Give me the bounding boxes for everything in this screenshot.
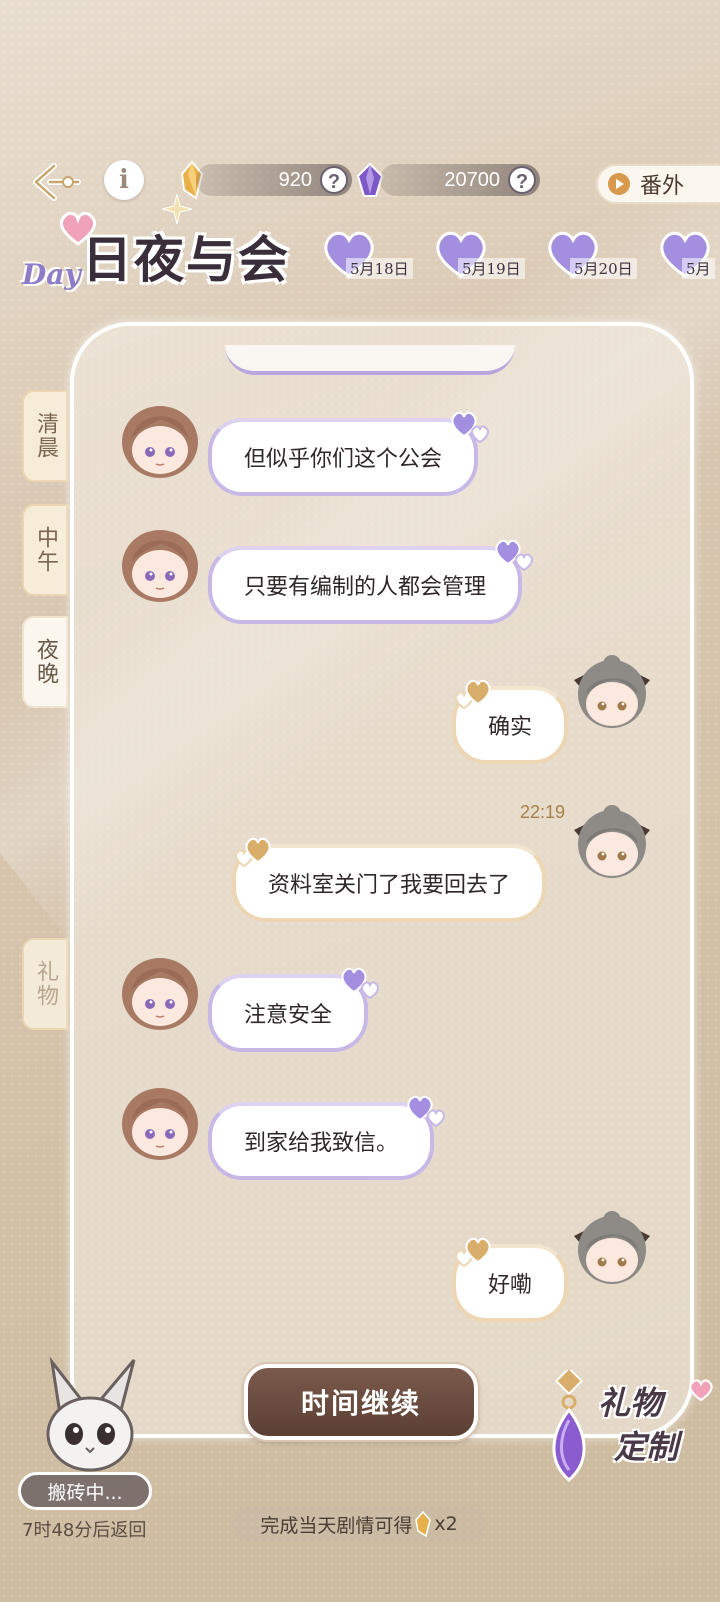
- gift-customize-label-line1: 礼物: [598, 1384, 663, 1422]
- violet-currency-help-button[interactable]: ?: [508, 166, 536, 194]
- pet-status-badge[interactable]: 搬砖中...: [18, 1472, 152, 1510]
- message-text: 好嘞: [488, 1273, 533, 1298]
- amber-currency-amount: 920: [278, 168, 312, 191]
- avatar-brown-hair: [122, 1088, 198, 1160]
- amber-crystal-icon: [415, 1511, 432, 1537]
- extra-story-button[interactable]: 番外: [596, 164, 720, 204]
- date-item[interactable]: 5月19日: [430, 228, 540, 288]
- avatar-brown-hair: [122, 530, 198, 602]
- message-bubble-left: 注意安全: [208, 967, 379, 1052]
- back-arrow-icon[interactable]: [28, 160, 82, 204]
- message-timestamp: 22:19: [520, 802, 566, 822]
- pink-heart-icon: [689, 1379, 713, 1402]
- tab-night[interactable]: 夜晚: [22, 616, 68, 708]
- message-bubble-left: 只要有编制的人都会管理: [208, 539, 533, 624]
- purple-hearts-decoration-icon: [495, 539, 533, 572]
- date-label: 5月20日: [570, 258, 637, 279]
- message-text: 但似乎你们这个公会: [244, 447, 443, 472]
- date-label: 5月: [682, 258, 715, 279]
- amber-currency-counter: 920 ?: [196, 164, 352, 196]
- previous-message-bubble: [225, 345, 515, 375]
- logo-day: Day: [22, 258, 81, 291]
- date-selector: 5月18日 5月19日 5月20日 5月: [318, 228, 720, 288]
- reward-text: 完成当天剧情可得: [260, 1514, 413, 1537]
- date-item[interactable]: 5月20日: [542, 228, 652, 288]
- message-bubble-right: 确实: [452, 679, 569, 764]
- avatar-grey-hair: [574, 805, 650, 878]
- earring-icon: [552, 1370, 586, 1482]
- gold-hearts-decoration-icon: [455, 679, 491, 710]
- violet-currency-amount: 20700: [444, 168, 500, 191]
- amber-currency-help-button[interactable]: ?: [320, 166, 348, 194]
- gold-hearts-decoration-icon: [455, 1237, 491, 1268]
- message-bubble-right: 资料室关门了我要回去了: [232, 837, 547, 922]
- purple-hearts-decoration-icon: [341, 967, 379, 1000]
- message-text: 到家给我致信。: [244, 1131, 399, 1156]
- info-button[interactable]: i: [104, 160, 144, 200]
- purple-hearts-decoration-icon: [451, 411, 489, 444]
- gift-customize-button[interactable]: 礼物 定制: [536, 1370, 716, 1494]
- logo-title: 日夜与会: [82, 230, 290, 289]
- tab-morning[interactable]: 清晨: [22, 390, 68, 482]
- violet-currency-counter: 20700 ?: [380, 164, 540, 196]
- message-text: 注意安全: [244, 1003, 333, 1028]
- reward-multiplier: x2: [434, 1513, 458, 1535]
- date-label: 5月19日: [458, 258, 525, 279]
- message-text: 只要有编制的人都会管理: [244, 575, 487, 600]
- message-text: 资料室关门了我要回去了: [268, 873, 511, 898]
- pet-bunny-icon[interactable]: [30, 1354, 150, 1474]
- purple-hearts-decoration-icon: [407, 1095, 445, 1128]
- avatar-grey-hair: [574, 1211, 650, 1284]
- reward-info: 完成当天剧情可得 x2: [232, 1506, 486, 1542]
- date-label: 5月18日: [346, 258, 413, 279]
- play-icon: [608, 173, 630, 195]
- tab-gift[interactable]: 礼物: [22, 938, 68, 1030]
- tab-noon[interactable]: 中午: [22, 504, 68, 596]
- game-logo: 日夜与会 Day: [22, 194, 312, 310]
- date-item[interactable]: 5月18日: [318, 228, 428, 288]
- gift-customize-label-line2: 定制: [614, 1428, 679, 1466]
- continue-time-button[interactable]: 时间继续: [244, 1364, 478, 1440]
- avatar-grey-hair: [574, 655, 650, 728]
- message-bubble-left: 但似乎你们这个公会: [208, 411, 489, 496]
- message-text: 确实: [488, 715, 533, 740]
- avatar-brown-hair: [122, 406, 198, 478]
- avatar-brown-hair: [122, 958, 198, 1030]
- gold-hearts-decoration-icon: [235, 837, 271, 868]
- extra-story-label: 番外: [640, 174, 685, 199]
- pet-return-timer: 7时48分后返回: [22, 1520, 147, 1541]
- message-bubble-left: 到家给我致信。: [208, 1095, 445, 1180]
- message-bubble-right: 好嘞: [452, 1237, 569, 1322]
- date-item[interactable]: 5月: [654, 228, 720, 288]
